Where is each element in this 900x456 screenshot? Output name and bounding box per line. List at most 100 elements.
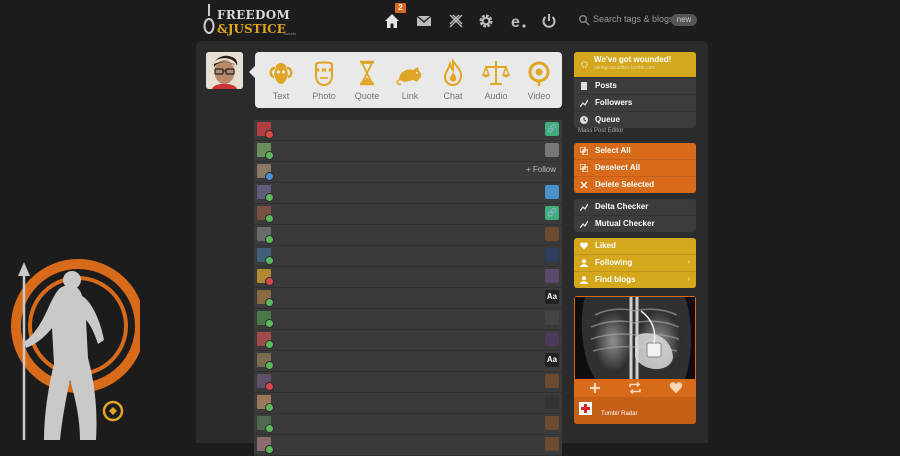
dashboard-post-row[interactable]	[254, 435, 562, 456]
dashboard-post-row[interactable]	[254, 267, 562, 288]
cross-tools-icon	[449, 14, 463, 28]
post-author-avatar[interactable]	[257, 143, 274, 160]
post-type-icon: 🔗	[545, 206, 559, 220]
post-author-avatar[interactable]	[257, 290, 274, 307]
avatar-image	[206, 52, 243, 89]
post-type-quote-button[interactable]: Quote	[347, 58, 387, 104]
avatar[interactable]	[206, 52, 243, 89]
user-search-icon	[580, 276, 588, 284]
post-type-text-button[interactable]: Text	[261, 58, 301, 104]
dashboard-post-row[interactable]	[254, 309, 562, 330]
post-type-icon	[545, 269, 559, 283]
reblog-status-icon	[265, 361, 274, 370]
post-author-avatar[interactable]	[257, 185, 274, 202]
mass-editor-box: Select All Deselect All Delete Selected	[574, 143, 696, 193]
post-type-label: Photo	[312, 91, 336, 101]
reblog-status-icon	[265, 277, 274, 286]
sidebar-item-following[interactable]: Following ›	[574, 254, 696, 271]
reblog-status-icon	[265, 445, 274, 454]
inbox-button[interactable]	[413, 10, 435, 32]
delete-selected-button[interactable]: Delete Selected	[574, 176, 696, 193]
post-author-avatar[interactable]	[257, 332, 274, 349]
reblog-status-icon	[265, 319, 274, 328]
post-author-avatar[interactable]	[257, 353, 274, 370]
post-author-avatar[interactable]	[257, 248, 274, 265]
post-type-label: Link	[401, 91, 419, 101]
sidebar-item-posts[interactable]: Posts	[574, 77, 696, 94]
reblog-status-icon	[265, 298, 274, 307]
post-type-photo-button[interactable]: Photo	[304, 58, 344, 104]
ram-skull-icon	[269, 63, 293, 84]
tumblr-radar: Tumblr Radar	[574, 296, 696, 424]
home-icon	[385, 14, 399, 28]
dashboard-post-row[interactable]: Aa	[254, 288, 562, 309]
dashboard-post-row[interactable]	[254, 183, 562, 204]
post-type-video-button[interactable]: Video	[519, 58, 559, 104]
post-type-icon	[545, 416, 559, 430]
mutual-checker-button[interactable]: Mutual Checker	[574, 215, 696, 232]
logout-button[interactable]	[538, 10, 560, 32]
dashboard-post-row[interactable]	[254, 330, 562, 351]
dashboard-post-row[interactable]: 🔗	[254, 120, 562, 141]
post-author-avatar[interactable]	[257, 206, 274, 223]
dashboard-post-row[interactable]	[254, 393, 562, 414]
dashboard-post-row[interactable]: + Follow	[254, 162, 562, 183]
rat-icon	[396, 67, 422, 85]
reblog-status-icon	[265, 130, 274, 139]
activity-button[interactable]	[445, 10, 467, 32]
radar-label: Tumblr Radar	[601, 411, 638, 417]
post-author-avatar[interactable]	[257, 374, 274, 391]
svg-text:e: e	[511, 14, 520, 30]
blog-logo[interactable]: FREEDOM &JUSTICE Sweets	[203, 4, 303, 38]
blog-header[interactable]: We've got wounded! takingcasualties.tumb…	[574, 52, 696, 77]
settings-button[interactable]	[475, 10, 497, 32]
top-bar: FREEDOM &JUSTICE Sweets 2 e Search tags …	[0, 0, 900, 40]
radar-actions	[574, 379, 696, 397]
follow-button[interactable]: + Follow	[526, 165, 556, 174]
post-type-icon: Aa	[545, 290, 559, 304]
sidebar-item-followers[interactable]: Followers	[574, 94, 696, 111]
plus-icon	[590, 383, 600, 393]
post-type-audio-button[interactable]: Audio	[476, 58, 516, 104]
dashboard-post-row[interactable]	[254, 225, 562, 246]
like-button[interactable]	[669, 381, 683, 395]
post-type-chat-button[interactable]: Chat	[433, 58, 473, 104]
delta-checker-button[interactable]: Delta Checker	[574, 199, 696, 215]
home-button[interactable]	[381, 10, 403, 32]
radar-blog-avatar[interactable]	[579, 402, 592, 415]
sidebar-item-liked[interactable]: Liked	[574, 238, 696, 254]
post-author-avatar[interactable]	[257, 122, 274, 139]
post-author-avatar[interactable]	[257, 164, 274, 181]
post-type-icon: Aa	[545, 353, 559, 367]
reblog-status-icon	[265, 214, 274, 223]
post-author-avatar[interactable]	[257, 227, 274, 244]
sidebar-item-queue[interactable]: Queue	[574, 111, 696, 128]
blog-title: We've got wounded!	[594, 55, 672, 64]
deselect-all-button[interactable]: Deselect All	[574, 159, 696, 176]
dashboard-post-row[interactable]	[254, 141, 562, 162]
post-type-link-button[interactable]: Link	[390, 58, 430, 104]
reblog-add-button[interactable]	[588, 381, 602, 395]
search-bar[interactable]: Search tags & blogs new	[578, 12, 698, 28]
dashboard-post-row[interactable]: 🔗	[254, 204, 562, 225]
post-author-avatar[interactable]	[257, 311, 274, 328]
logo-line-3: Sweets	[283, 31, 297, 36]
post-author-avatar[interactable]	[257, 416, 274, 433]
dashboard-post-row[interactable]	[254, 372, 562, 393]
document-icon	[581, 82, 587, 90]
select-all-button[interactable]: Select All	[574, 143, 696, 159]
post-type-label: Audio	[484, 91, 508, 101]
dashboard-post-row[interactable]	[254, 414, 562, 435]
post-author-avatar[interactable]	[257, 269, 274, 286]
post-author-avatar[interactable]	[257, 437, 274, 454]
xkit-button[interactable]: e	[507, 10, 529, 32]
dashboard-post-row[interactable]	[254, 246, 562, 267]
sidebar-item-find-blogs[interactable]: Find blogs ›	[574, 271, 696, 288]
radar-post-image[interactable]	[575, 297, 695, 379]
scales-icon	[481, 61, 511, 85]
reblog-button[interactable]	[628, 381, 642, 395]
search-input[interactable]: Search tags & blogs	[593, 14, 674, 24]
post-author-avatar[interactable]	[257, 395, 274, 412]
heart-icon	[580, 242, 588, 250]
dashboard-post-row[interactable]: Aa	[254, 351, 562, 372]
